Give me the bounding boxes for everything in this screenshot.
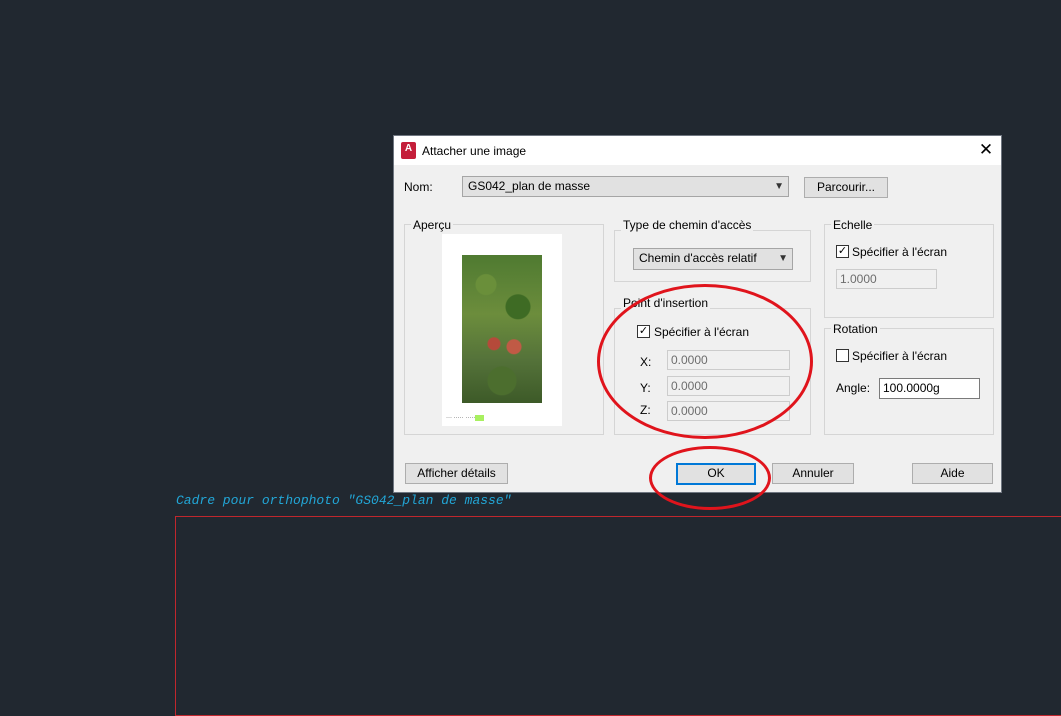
y-label: Y: [640,381,651,395]
preview-image [462,255,542,403]
name-value: GS042_plan de masse [468,179,591,193]
close-button[interactable]: ✕ [976,140,996,160]
angle-label: Angle: [836,381,871,395]
ok-button[interactable]: OK [676,463,756,485]
autocad-icon: A [401,142,416,159]
path-type-combobox[interactable]: Chemin d'accès relatif ▼ [633,248,793,270]
insertion-specify-checkbox[interactable]: ✓ [637,325,650,338]
scale-specify-checkbox[interactable]: ✓ [836,245,849,258]
angle-field[interactable]: 100.0000g [879,378,980,399]
scale-title: Echelle [831,218,875,232]
chevron-down-icon: ▼ [774,181,784,192]
insertion-specify-label: Spécifier à l'écran [654,325,750,339]
name-combobox[interactable]: GS042_plan de masse ▼ [462,176,789,197]
z-field[interactable]: 0.0000 [667,401,790,421]
attach-image-dialog: A Attacher une image ✕ Nom: GS042_plan d… [393,135,1002,493]
show-details-button[interactable]: Afficher détails [405,463,508,484]
image-preview: ··· ····· ····· [442,234,562,426]
cancel-button[interactable]: Annuler [772,463,854,484]
z-label: Z: [640,403,651,417]
rotation-specify-label: Spécifier à l'écran [852,349,948,363]
preview-caption: ··· ····· ····· [446,415,484,421]
canvas-frame-label: Cadre pour orthophoto "GS042_plan de mas… [176,493,512,508]
chevron-down-icon: ▼ [778,253,788,264]
name-label: Nom: [404,180,433,194]
preview-title: Aperçu [411,218,454,232]
insertion-point-title: Point d'insertion [621,296,711,310]
rotation-title: Rotation [831,322,880,336]
close-icon: ✕ [978,140,994,159]
dialog-titlebar: A Attacher une image ✕ [394,136,1001,165]
scale-specify-label: Spécifier à l'écran [852,245,948,259]
y-field[interactable]: 0.0000 [667,376,790,396]
x-label: X: [640,355,652,369]
path-type-title: Type de chemin d'accès [621,218,754,232]
browse-button[interactable]: Parcourir... [804,177,888,198]
x-field[interactable]: 0.0000 [667,350,790,370]
canvas-frame-rectangle [175,516,1061,716]
rotation-specify-checkbox[interactable] [836,349,849,362]
help-button[interactable]: Aide [912,463,993,484]
path-type-value: Chemin d'accès relatif [639,251,757,265]
scale-field[interactable]: 1.0000 [836,269,937,289]
dialog-title: Attacher une image [422,144,527,158]
